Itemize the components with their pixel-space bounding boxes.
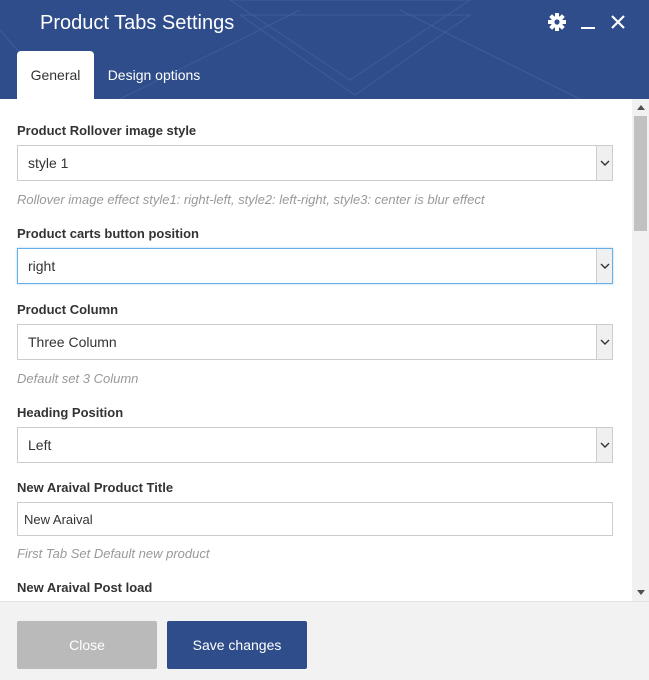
dialog-title: Product Tabs Settings xyxy=(40,12,235,34)
dialog-header: Product Tabs Settings General Design opt… xyxy=(0,0,649,99)
save-changes-button[interactable]: Save changes xyxy=(167,621,307,669)
new-arrival-post-load-label: New Araival Post load xyxy=(17,580,153,595)
close-icon[interactable] xyxy=(606,10,630,34)
dialog-footer: Close Save changes xyxy=(0,601,649,680)
product-column-label: Product Column xyxy=(17,302,119,317)
rollover-style-select[interactable]: style 1 xyxy=(17,145,613,181)
new-arrival-title-label: New Araival Product Title xyxy=(17,480,174,495)
new-arrival-title-help: First Tab Set Default new product xyxy=(17,546,210,561)
chevron-down-icon xyxy=(596,428,612,462)
rollover-style-value: style 1 xyxy=(28,155,69,171)
scrollbar-thumb[interactable] xyxy=(634,116,647,231)
cart-button-position-label: Product carts button position xyxy=(17,226,199,241)
tab-design-options[interactable]: Design options xyxy=(98,51,210,99)
scroll-down-icon[interactable] xyxy=(632,584,649,601)
gear-icon[interactable] xyxy=(545,10,569,34)
vertical-scrollbar[interactable] xyxy=(632,99,649,601)
product-column-value: Three Column xyxy=(28,334,117,350)
heading-position-label: Heading Position xyxy=(17,405,124,420)
heading-position-value: Left xyxy=(28,437,52,453)
product-column-help: Default set 3 Column xyxy=(17,371,139,386)
settings-form: Product Rollover image style style 1 Rol… xyxy=(0,99,632,601)
product-column-select[interactable]: Three Column xyxy=(17,324,613,360)
close-button[interactable]: Close xyxy=(17,621,157,669)
cart-button-position-value: right xyxy=(28,258,56,274)
rollover-style-help: Rollover image effect style1: right-left… xyxy=(17,192,485,207)
heading-position-select[interactable]: Left xyxy=(17,427,613,463)
chevron-down-icon xyxy=(596,146,612,180)
new-arrival-title-input[interactable] xyxy=(17,502,613,536)
chevron-down-icon xyxy=(596,325,612,359)
chevron-down-icon xyxy=(596,249,612,283)
scroll-up-icon[interactable] xyxy=(632,99,649,116)
minimize-icon[interactable] xyxy=(576,10,600,34)
cart-button-position-select[interactable]: right xyxy=(17,248,613,284)
tab-general[interactable]: General xyxy=(17,51,94,99)
rollover-style-label: Product Rollover image style xyxy=(17,123,197,138)
